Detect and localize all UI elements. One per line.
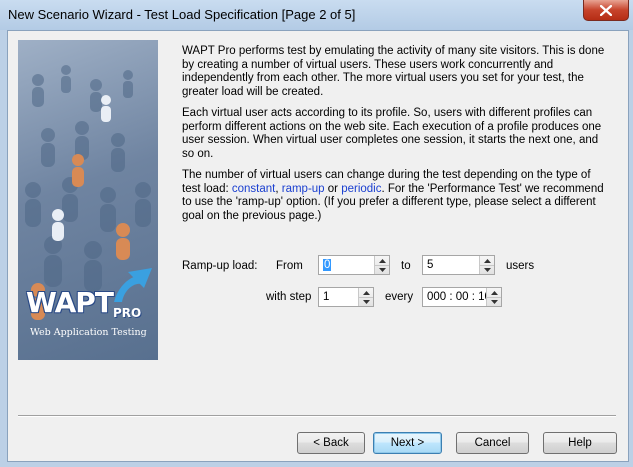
description-text: WAPT Pro performs test by emulating the …: [182, 45, 612, 231]
description-paragraph-3: The number of virtual users can change d…: [182, 169, 604, 222]
next-button[interactable]: Next >: [373, 432, 442, 454]
close-button[interactable]: [583, 0, 629, 21]
step-value[interactable]: 1: [323, 291, 329, 303]
to-users-spinner[interactable]: 5: [422, 255, 495, 275]
from-label: From: [276, 260, 303, 272]
wapt-side-banner: WAPT PRO Web Application Testing: [18, 40, 158, 360]
step-spinner[interactable]: 1: [318, 287, 374, 307]
step-down-button[interactable]: [359, 297, 373, 306]
description-paragraph-1: WAPT Pro performs test by emulating the …: [182, 45, 605, 98]
window-title: New Scenario Wizard - Test Load Specific…: [8, 7, 356, 22]
to-label: to: [401, 260, 411, 272]
to-users-down-button[interactable]: [480, 265, 494, 274]
title-bar[interactable]: New Scenario Wizard - Test Load Specific…: [0, 0, 633, 30]
every-label: every: [385, 291, 414, 303]
wapt-tagline: Web Application Testing: [30, 327, 147, 338]
interval-spinner[interactable]: 000 : 00 : 10: [422, 287, 502, 307]
wizard-window: New Scenario Wizard - Test Load Specific…: [0, 0, 633, 467]
arrow-up-icon: [490, 290, 498, 295]
help-button[interactable]: Help: [543, 432, 617, 454]
button-separator: [18, 415, 616, 417]
arrow-down-icon: [362, 299, 370, 304]
to-users-value[interactable]: 5: [427, 259, 433, 271]
interval-down-button[interactable]: [487, 297, 501, 306]
description-paragraph-2: Each virtual user acts according to its …: [182, 107, 602, 160]
arrow-down-icon: [483, 267, 491, 272]
from-users-down-button[interactable]: [375, 265, 389, 274]
link-periodic[interactable]: periodic: [341, 183, 381, 195]
rampup-label: Ramp-up load:: [182, 260, 258, 272]
wizard-client-area: WAPT PRO Web Application Testing WAPT Pr…: [7, 30, 629, 462]
link-ramp-up[interactable]: ramp-up: [282, 183, 325, 195]
from-users-spinner[interactable]: 0: [318, 255, 390, 275]
close-icon: [600, 4, 612, 16]
arrow-up-icon: [483, 258, 491, 263]
arrow-down-icon: [378, 267, 386, 272]
arrow-up-icon: [378, 258, 386, 263]
users-label: users: [506, 260, 535, 272]
arrow-up-icon: [362, 290, 370, 295]
link-constant[interactable]: constant: [232, 183, 275, 195]
wapt-logo: WAPT: [26, 286, 114, 319]
cancel-button[interactable]: Cancel: [456, 432, 529, 454]
back-button[interactable]: < Back: [297, 432, 365, 454]
arrow-down-icon: [490, 299, 498, 304]
step-label: with step: [266, 291, 312, 303]
wapt-pro-badge: PRO: [113, 306, 142, 320]
from-users-value[interactable]: 0: [323, 259, 332, 271]
interval-value[interactable]: 000 : 00 : 10: [427, 291, 491, 303]
